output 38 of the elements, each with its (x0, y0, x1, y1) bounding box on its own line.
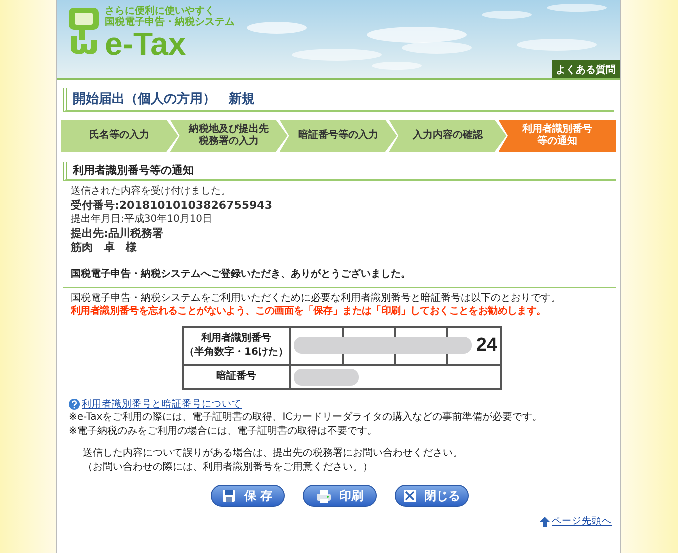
info-text: 国税電子申告・納税システムをご利用いただくために必要な利用者識別番号と暗証番号は以下のとおりです。 (63, 287, 616, 305)
tagline: さらに便利に使いやすく (105, 6, 216, 17)
receipt-text: 提出先:品川税務署 (71, 227, 164, 241)
faq-button[interactable]: よくある質問 (552, 60, 620, 78)
section-title: 利用者識別番号等の通知 (63, 162, 616, 181)
logo-text: e-Tax (105, 28, 186, 60)
step-label: 利用者識別番号 (522, 124, 592, 136)
contact-text: 送信した内容について誤りがある場合は、提出先の税務署にお問い合わせください。 (83, 447, 464, 461)
print-button[interactable]: 印刷 (302, 485, 376, 507)
step-label: 暗証番号等の入力 (298, 130, 379, 142)
step-label: 税務署の入力 (199, 136, 260, 148)
note-text: ※e-Taxをご利用の際には、電子証明書の取得、ICカードリーダライタの購入などの事前準備が必要です。 (68, 411, 544, 425)
receipt-text: 筋肉 卓 様 (71, 241, 138, 255)
printer-icon (316, 489, 332, 503)
tagline: 国税電子申告・納税システム (105, 17, 235, 28)
table-header: 利用者識別番号 （半角数字・16けた） (182, 327, 290, 365)
table-header: 暗証番号 (182, 365, 290, 389)
close-button[interactable]: 閉じる (394, 485, 468, 507)
redaction-mark (294, 369, 358, 386)
contact-text: （お問い合わせの際には、利用者識別番号をご用意ください。） (83, 461, 374, 475)
receipt-text: 送信された内容を受け付けました。 (71, 185, 232, 199)
page-top-link[interactable]: ページ先頭へ (552, 515, 612, 528)
close-icon (402, 489, 416, 503)
help-icon (69, 399, 80, 410)
step-label: 氏名等の入力 (90, 130, 150, 142)
receipt-text: 提出年月日:平成30年10月10日 (71, 213, 214, 227)
page-title: 開始届出（個人の方用） 新規 (63, 88, 614, 112)
up-arrow-icon (540, 516, 550, 526)
step-label: 入力内容の確認 (412, 130, 483, 142)
step-label: 等の通知 (537, 136, 578, 148)
thanks-text: 国税電子申告・納税システムへご登録いただき、ありがとうございました。 (70, 268, 412, 282)
help-link[interactable]: 利用者識別番号と暗証番号について (82, 398, 242, 411)
save-button[interactable]: 保 存 (210, 485, 284, 507)
mascot-icon (67, 6, 101, 56)
step-label: 納税地及び提出先 (189, 124, 270, 136)
warning-text: 利用者識別番号を忘れることがないよう、この画面を「保存」または「印刷」しておくことをお勧めします。 (70, 305, 548, 318)
note-text: ※電子納税のみをご利用の場合には、電子証明書の取得は不要です。 (68, 425, 378, 439)
receipt-text: 受付番号:20181010103826755943 (71, 199, 274, 213)
